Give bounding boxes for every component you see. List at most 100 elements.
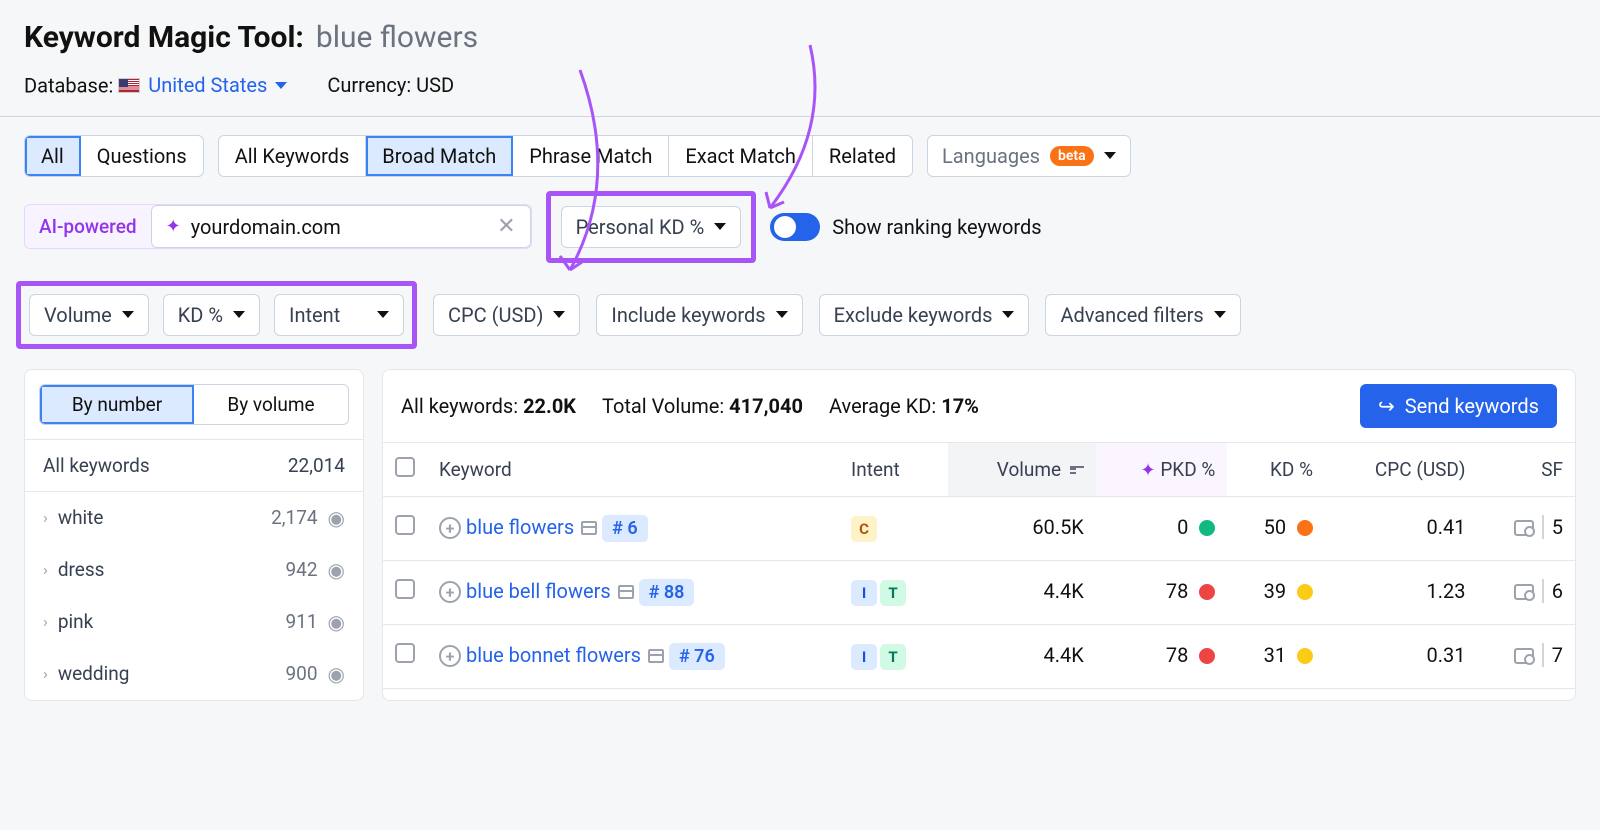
- clear-domain-button[interactable]: ✕: [497, 214, 515, 239]
- tab-exact-match[interactable]: Exact Match: [669, 136, 813, 176]
- tab-all-keywords[interactable]: All Keywords: [219, 136, 367, 176]
- ai-powered-label: AI-powered: [25, 215, 151, 238]
- volume-filter[interactable]: Volume: [29, 294, 149, 336]
- tab-all[interactable]: All: [25, 136, 81, 176]
- difficulty-dot: [1199, 520, 1215, 536]
- sort-segment: By number By volume: [39, 384, 349, 425]
- keyword-group[interactable]: ›pink911◉: [25, 596, 363, 648]
- difficulty-dot: [1297, 584, 1313, 600]
- serp-snapshot-icon[interactable]: [618, 585, 634, 599]
- add-icon[interactable]: +: [439, 517, 461, 539]
- caret-right-icon: ›: [43, 664, 48, 683]
- col-keyword[interactable]: Keyword: [427, 442, 839, 496]
- cell-cpc: 1.23: [1325, 560, 1477, 624]
- serp-features-icon[interactable]: [1514, 584, 1534, 600]
- chevron-down-icon: [275, 82, 287, 89]
- chevron-down-icon: [1214, 311, 1226, 318]
- select-all-checkbox[interactable]: [395, 457, 415, 477]
- personal-kd-dropdown[interactable]: Personal KD %: [561, 206, 742, 248]
- add-icon[interactable]: +: [439, 581, 461, 603]
- advanced-filters[interactable]: Advanced filters: [1045, 294, 1240, 336]
- cpc-filter[interactable]: CPC (USD): [433, 294, 580, 336]
- tab-related[interactable]: Related: [813, 136, 912, 176]
- database-select[interactable]: United States: [118, 73, 287, 97]
- results-panel: All keywords: 22.0K Total Volume: 417,04…: [382, 369, 1576, 701]
- keyword-link[interactable]: blue bell flowers: [466, 579, 611, 603]
- difficulty-dot: [1297, 648, 1313, 664]
- col-cpc[interactable]: CPC (USD): [1325, 442, 1477, 496]
- rank-badge: # 76: [669, 643, 725, 670]
- cell-pkd: 78: [1096, 560, 1227, 624]
- chevron-down-icon: [553, 311, 565, 318]
- total-volume-label: Total Volume:: [602, 394, 724, 418]
- serp-snapshot-icon[interactable]: [648, 649, 664, 663]
- col-sf[interactable]: SF: [1478, 442, 1575, 496]
- serp-features-icon[interactable]: [1514, 648, 1534, 664]
- eye-icon[interactable]: ◉: [328, 610, 345, 634]
- pkd-highlight: Personal KD %: [546, 191, 757, 263]
- kd-filter[interactable]: KD %: [163, 294, 260, 336]
- cell-pkd: 0: [1096, 496, 1227, 560]
- avg-kd-value: 17%: [941, 394, 979, 418]
- type-segment: All Questions: [24, 135, 204, 177]
- cell-volume: 60.5K: [948, 496, 1096, 560]
- group-name: white: [58, 506, 104, 529]
- intent-filter[interactable]: Intent: [274, 294, 404, 336]
- add-icon[interactable]: +: [439, 645, 461, 667]
- tab-by-volume[interactable]: By volume: [194, 385, 348, 424]
- col-kd[interactable]: KD %: [1227, 442, 1325, 496]
- col-pkd[interactable]: ✦ PKD %: [1096, 442, 1227, 496]
- keyword-group[interactable]: ›wedding900◉: [25, 648, 363, 700]
- rank-badge: # 88: [639, 579, 695, 606]
- page-header: Keyword Magic Tool: blue flowers Databas…: [0, 0, 1600, 116]
- serp-features-icon[interactable]: [1514, 520, 1534, 536]
- cell-kd: 39: [1227, 560, 1325, 624]
- tab-questions[interactable]: Questions: [81, 136, 203, 176]
- cell-volume: 4.4K: [948, 624, 1096, 688]
- avg-kd-label: Average KD:: [829, 394, 936, 418]
- all-keywords-summary[interactable]: All keywords 22,014: [25, 439, 363, 492]
- eye-icon[interactable]: ◉: [328, 662, 345, 686]
- group-name: wedding: [58, 662, 130, 685]
- currency-value: USD: [416, 73, 454, 97]
- sparkle-icon: ✦: [166, 216, 181, 237]
- cell-cpc: 0.31: [1325, 624, 1477, 688]
- intent-badge-t: T: [880, 580, 906, 606]
- serp-snapshot-icon[interactable]: [581, 521, 597, 535]
- tool-name: Keyword Magic Tool:: [24, 20, 304, 55]
- table-row: + blue bell flowers # 88IT4.4K78 39 1.23…: [383, 560, 1575, 624]
- cell-pkd: 78: [1096, 624, 1227, 688]
- sort-desc-icon: [1070, 466, 1084, 474]
- keyword-link[interactable]: blue bonnet flowers: [466, 643, 641, 667]
- chevron-down-icon: [122, 311, 134, 318]
- row-checkbox[interactable]: [395, 579, 415, 599]
- eye-icon[interactable]: ◉: [328, 558, 345, 582]
- tab-broad-match[interactable]: Broad Match: [366, 136, 513, 176]
- keyword-group[interactable]: ›white2,174◉: [25, 492, 363, 544]
- keyword-link[interactable]: blue flowers: [466, 515, 574, 539]
- show-ranking-toggle[interactable]: Show ranking keywords: [770, 213, 1041, 241]
- keyword-group[interactable]: ›dress942◉: [25, 544, 363, 596]
- chevron-down-icon: [1104, 152, 1116, 159]
- col-volume[interactable]: Volume: [948, 442, 1096, 496]
- exclude-keywords-filter[interactable]: Exclude keywords: [819, 294, 1030, 336]
- search-query: blue flowers: [316, 20, 478, 55]
- chevron-down-icon: [776, 311, 788, 318]
- row-checkbox[interactable]: [395, 515, 415, 535]
- send-keywords-button[interactable]: ↪ Send keywords: [1360, 384, 1557, 428]
- row-checkbox[interactable]: [395, 643, 415, 663]
- languages-dropdown[interactable]: Languages beta: [927, 135, 1131, 177]
- intent-badge-c: C: [851, 516, 877, 542]
- tab-by-number[interactable]: By number: [40, 385, 194, 424]
- filters-highlight: Volume KD % Intent: [16, 281, 417, 349]
- intent-badge-i: I: [851, 644, 877, 670]
- cell-sf: 6: [1478, 560, 1575, 624]
- domain-input[interactable]: ✦ yourdomain.com ✕: [151, 205, 531, 248]
- switch-on-icon[interactable]: [770, 213, 820, 241]
- intent-badge-i: I: [851, 580, 877, 606]
- chevron-down-icon: [714, 223, 726, 230]
- include-keywords-filter[interactable]: Include keywords: [596, 294, 802, 336]
- eye-icon[interactable]: ◉: [328, 506, 345, 530]
- tab-phrase-match[interactable]: Phrase Match: [513, 136, 669, 176]
- col-intent[interactable]: Intent: [839, 442, 948, 496]
